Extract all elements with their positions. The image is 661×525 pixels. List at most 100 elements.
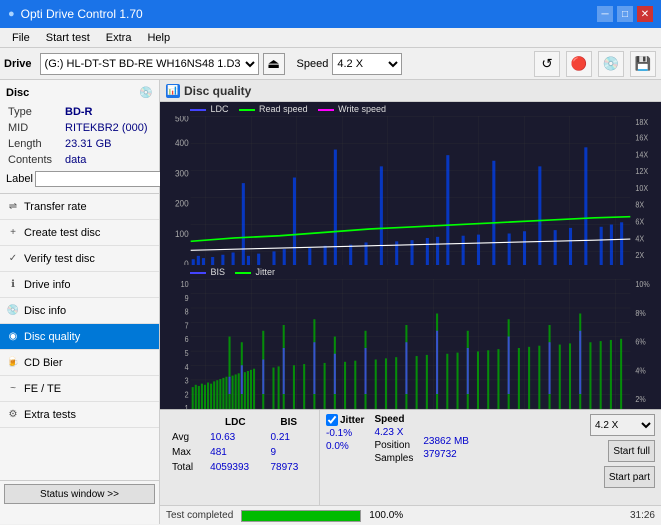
disc-contents-label: Contents: [8, 153, 63, 167]
svg-text:12X: 12X: [635, 167, 648, 176]
menu-extra[interactable]: Extra: [98, 31, 140, 45]
speed-dropdown[interactable]: 4.2 X: [590, 414, 655, 436]
svg-text:10X: 10X: [635, 184, 648, 193]
disc-info-panel: Disc 💿 Type BD-R MID RITEKBR2 (000) Leng…: [0, 80, 159, 194]
sidebar-item-disc-quality[interactable]: ◉ Disc quality: [0, 324, 159, 350]
status-window-button[interactable]: Status window >>: [4, 484, 155, 504]
sidebar-nav: ⇌ Transfer rate + Create test disc ✓ Ver…: [0, 194, 159, 480]
jitter-checkbox[interactable]: [326, 414, 338, 426]
disc-contents-value: data: [65, 153, 151, 167]
total-label: Total: [168, 461, 204, 474]
progress-percent: 100.0%: [369, 510, 403, 521]
svg-text:9: 9: [185, 294, 189, 304]
write-speed-legend-item: Write speed: [318, 104, 386, 114]
chart-header: 📊 Disc quality: [160, 80, 661, 102]
chart-title: Disc quality: [184, 84, 251, 98]
sidebar-item-extra-tests-label: Extra tests: [24, 409, 76, 421]
jitter-legend-item: Jitter: [235, 267, 275, 277]
status-time: 31:26: [630, 510, 655, 521]
svg-text:6X: 6X: [635, 217, 644, 226]
svg-text:8X: 8X: [635, 200, 644, 209]
main-layout: Disc 💿 Type BD-R MID RITEKBR2 (000) Leng…: [0, 80, 661, 524]
sidebar-item-create-test-disc[interactable]: + Create test disc: [0, 220, 159, 246]
total-row: Total 4059393 78973: [168, 461, 311, 474]
svg-text:200: 200: [175, 198, 189, 208]
top-chart-svg: 0 100 200 300 400 500 18X 16X 14X 12X 10…: [160, 116, 661, 278]
sidebar-item-cd-bier-label: CD Bier: [24, 357, 63, 369]
sidebar-item-extra-tests[interactable]: ⚙ Extra tests: [0, 402, 159, 428]
menu-start-test[interactable]: Start test: [38, 31, 98, 45]
disc-info-header: Disc 💿: [6, 86, 153, 99]
close-button[interactable]: ✕: [637, 6, 653, 22]
avg-ldc: 10.63: [206, 431, 264, 444]
col-bis: BIS: [266, 416, 311, 429]
disc-label-row: Label ✏: [6, 171, 153, 187]
drive-select[interactable]: (G:) HL-DT-ST BD-RE WH16NS48 1.D3: [40, 53, 259, 75]
disc-length-row: Length 23.31 GB: [8, 137, 151, 151]
svg-text:14X: 14X: [635, 150, 648, 159]
sidebar-item-drive-info[interactable]: ℹ Drive info: [0, 272, 159, 298]
sidebar-item-cd-bier[interactable]: 🍺 CD Bier: [0, 350, 159, 376]
jitter-values: -0.1% 0.0%: [326, 428, 364, 454]
menu-file[interactable]: File: [4, 31, 38, 45]
svg-text:8: 8: [185, 308, 189, 318]
start-full-button[interactable]: Start full: [608, 440, 655, 462]
sidebar-item-transfer-rate[interactable]: ⇌ Transfer rate: [0, 194, 159, 220]
jitter-section: Jitter -0.1% 0.0%: [326, 414, 364, 501]
jitter-max: 0.0%: [326, 441, 364, 452]
refresh-icon-button[interactable]: ↺: [534, 51, 560, 77]
jitter-header: Jitter: [326, 414, 364, 426]
save-icon-button[interactable]: 💾: [630, 51, 656, 77]
bottom-chart: BIS Jitter: [160, 265, 661, 409]
svg-text:2: 2: [185, 390, 189, 400]
disc-info-icon: 💿: [6, 304, 20, 318]
eject-button[interactable]: ⏏: [263, 53, 285, 75]
disc-contents-row: Contents data: [8, 153, 151, 167]
speed-select[interactable]: 4.2 X: [332, 53, 402, 75]
action-buttons: 4.2 X Start full Start part: [590, 414, 655, 501]
start-part-button[interactable]: Start part: [604, 466, 655, 488]
pos-samples-section: 23862 MB 379732: [423, 434, 469, 501]
sidebar-item-disc-info[interactable]: 💿 Disc info: [0, 298, 159, 324]
bottom-right-stats: Jitter -0.1% 0.0% Speed 4.23 X: [320, 410, 661, 505]
read-speed-legend-item: Read speed: [239, 104, 308, 114]
svg-text:4X: 4X: [635, 234, 644, 243]
svg-text:2%: 2%: [635, 395, 646, 405]
maximize-button[interactable]: □: [617, 6, 633, 22]
menu-help[interactable]: Help: [139, 31, 178, 45]
sidebar-item-disc-info-label: Disc info: [24, 305, 66, 317]
burn-icon-button[interactable]: 🔴: [566, 51, 592, 77]
sidebar-item-fe-te-label: FE / TE: [24, 383, 61, 395]
app-title: Opti Drive Control 1.70: [21, 7, 143, 21]
svg-text:4: 4: [185, 363, 190, 373]
max-row: Max 481 9: [168, 446, 311, 459]
svg-text:300: 300: [175, 168, 189, 178]
label-input[interactable]: [35, 171, 169, 187]
svg-text:500: 500: [175, 116, 189, 124]
avg-bis: 0.21: [266, 431, 311, 444]
sidebar-item-verify-test-disc-label: Verify test disc: [24, 253, 95, 265]
svg-text:2X: 2X: [635, 251, 644, 260]
sidebar-item-fe-te[interactable]: ~ FE / TE: [0, 376, 159, 402]
transfer-rate-icon: ⇌: [6, 200, 20, 214]
svg-text:6%: 6%: [635, 337, 646, 347]
sidebar-item-disc-quality-label: Disc quality: [24, 331, 80, 343]
toolbar: Drive (G:) HL-DT-ST BD-RE WH16NS48 1.D3 …: [0, 48, 661, 80]
disc-type-label: Type: [8, 105, 63, 119]
max-ldc: 481: [206, 446, 264, 459]
disc-section-label: Disc: [6, 87, 29, 99]
status-bar-panel: Status window >>: [0, 480, 159, 524]
minimize-button[interactable]: ─: [597, 6, 613, 22]
speed-avg: 4.23 X: [374, 427, 413, 438]
top-legend: LDC Read speed Write speed: [160, 102, 661, 116]
disc-quality-icon: ◉: [6, 330, 20, 344]
disc-mid-row: MID RITEKBR2 (000): [8, 121, 151, 135]
status-progress-bar: [241, 510, 361, 522]
sidebar-item-verify-test-disc[interactable]: ✓ Verify test disc: [0, 246, 159, 272]
disc-length-value: 23.31 GB: [65, 137, 151, 151]
disc-type-row: Type BD-R: [8, 105, 151, 119]
disc-icon-button[interactable]: 💿: [598, 51, 624, 77]
status-progress-fill: [242, 511, 360, 521]
svg-text:6: 6: [185, 335, 189, 345]
bottom-legend: BIS Jitter: [160, 265, 661, 279]
